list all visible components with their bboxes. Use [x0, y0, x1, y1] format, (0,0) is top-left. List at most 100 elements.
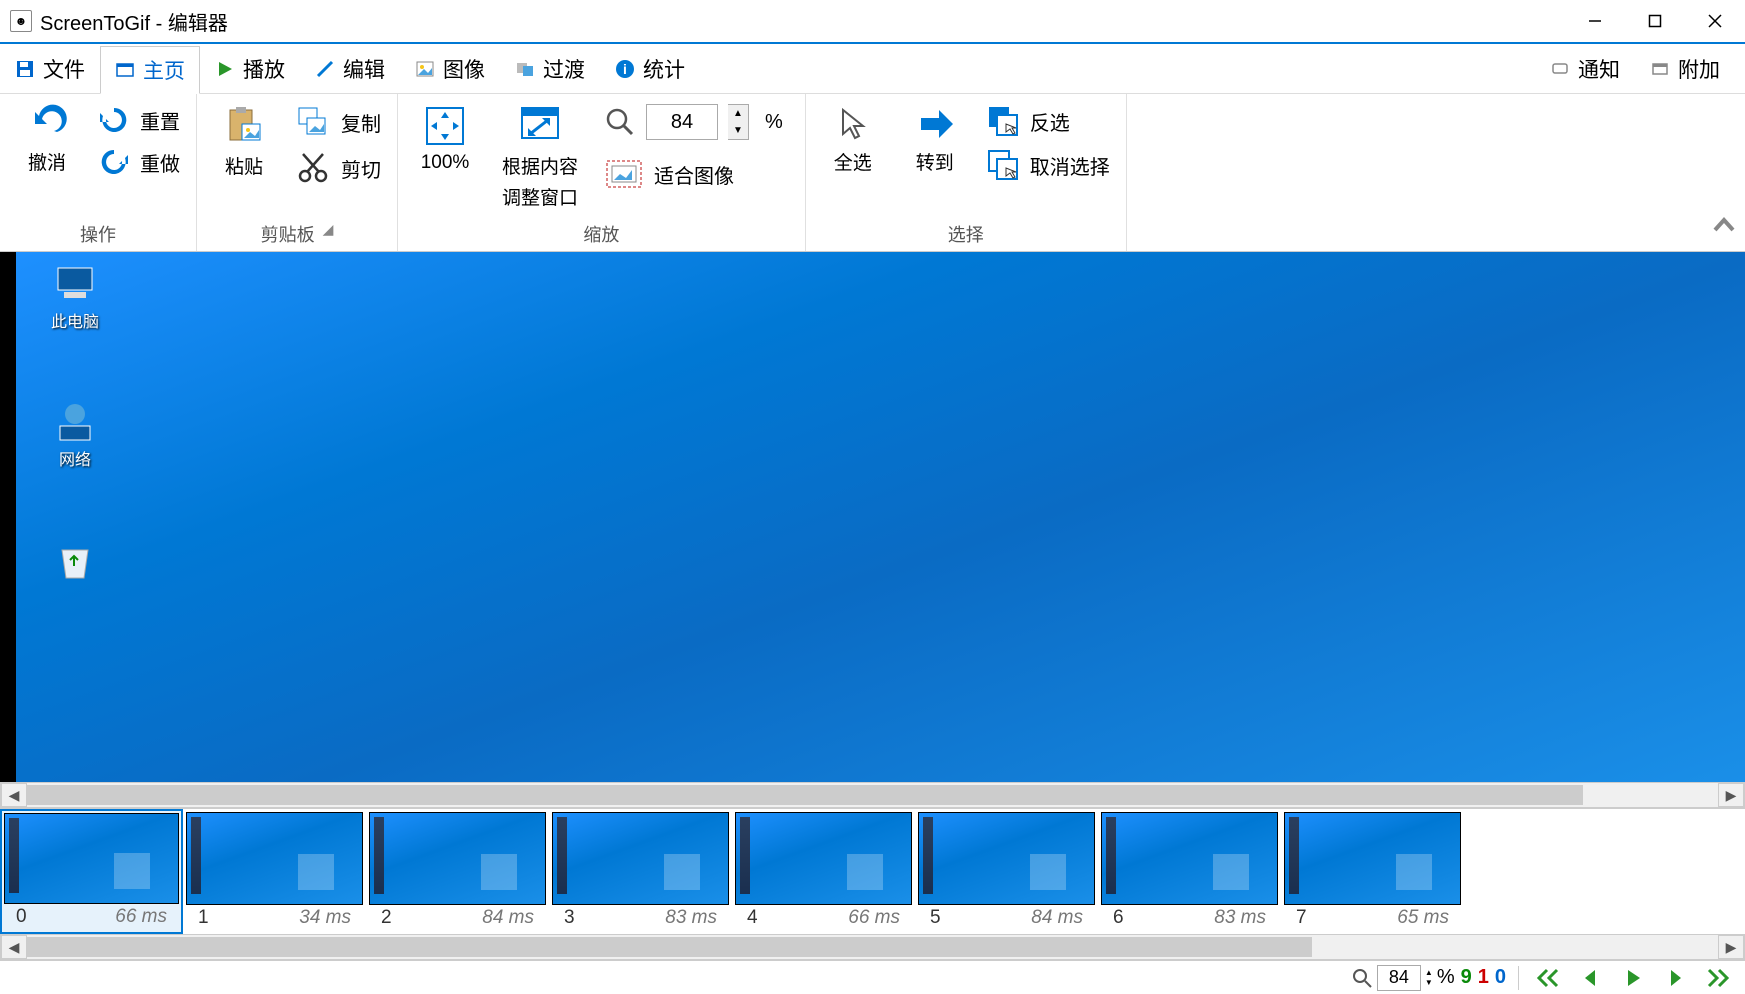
fit-window-icon	[518, 104, 562, 148]
frame-item[interactable]: 584 ms	[915, 809, 1098, 934]
frame-thumb	[369, 812, 546, 905]
frame-thumb	[552, 812, 729, 905]
status-zoom-spinner[interactable]: ▲▼	[1425, 968, 1433, 988]
tab-row: 文件 主页 播放 编辑 图像 过渡 i 统计 通知 附加	[0, 44, 1745, 94]
scroll-left-button[interactable]: ◀	[1, 935, 27, 959]
first-frame-button[interactable]	[1531, 964, 1567, 992]
play-button[interactable]	[1615, 964, 1651, 992]
frame-duration: 84 ms	[1031, 907, 1083, 929]
spin-up[interactable]: ▲	[728, 105, 748, 122]
tab-home[interactable]: 主页	[100, 46, 200, 94]
prev-frame-button[interactable]	[1573, 964, 1609, 992]
desktop-icon-network: 网络	[40, 402, 110, 470]
zoom-100-button[interactable]: 100%	[408, 100, 482, 178]
scroll-right-button[interactable]: ▶	[1718, 783, 1744, 807]
frame-duration: 65 ms	[1397, 907, 1449, 929]
tab-notify[interactable]: 通知	[1535, 45, 1635, 93]
scroll-right-button[interactable]: ▶	[1718, 935, 1744, 959]
frame-item[interactable]: 383 ms	[549, 809, 732, 934]
tab-play[interactable]: 播放	[200, 45, 300, 93]
btn-label: 重置	[140, 106, 180, 135]
scroll-thumb[interactable]	[27, 937, 1312, 957]
zoom-pct: %	[759, 111, 789, 134]
titlebar-left: ☻ ScreenToGif - 编辑器	[0, 7, 228, 36]
undo-icon	[27, 104, 67, 144]
info-icon: i	[615, 59, 635, 79]
scroll-left-button[interactable]: ◀	[1, 783, 27, 807]
preview-hscroll[interactable]: ◀ ▶	[0, 782, 1745, 808]
tab-image[interactable]: 图像	[400, 45, 500, 93]
window-controls	[1565, 1, 1745, 41]
preview-margin	[0, 252, 16, 782]
svg-text:i: i	[623, 61, 627, 77]
left-icon	[1581, 968, 1601, 988]
ribbon-group-select: 全选 转到 反选 取消选择 选择	[806, 94, 1127, 251]
frame-item[interactable]: 765 ms	[1281, 809, 1464, 934]
frame-item[interactable]: 466 ms	[732, 809, 915, 934]
tab-label: 播放	[243, 54, 285, 84]
frame-index: 1	[198, 907, 209, 929]
cut-button[interactable]: 剪切	[289, 146, 387, 190]
reset-button[interactable]: 重置	[92, 100, 186, 140]
frame-duration: 83 ms	[1214, 907, 1266, 929]
minimize-button[interactable]	[1565, 1, 1625, 41]
btn-label: 全选	[834, 148, 872, 175]
btn-label: 粘贴	[225, 152, 263, 179]
frame-item[interactable]: 066 ms	[0, 809, 183, 934]
tab-label: 编辑	[343, 54, 385, 84]
close-button[interactable]	[1685, 1, 1745, 41]
status-count-3: 0	[1495, 966, 1506, 989]
frame-thumb	[1284, 812, 1461, 905]
spin-down[interactable]: ▼	[728, 122, 748, 139]
home-icon	[115, 60, 135, 80]
undo-button[interactable]: 撤消	[10, 100, 84, 179]
zoom-input[interactable]	[646, 104, 718, 140]
collapse-ribbon-button[interactable]	[1711, 212, 1737, 243]
reset-icon	[98, 104, 130, 136]
double-right-icon	[1703, 968, 1731, 988]
fit-window-button[interactable]: 根据内容 调整窗口	[490, 100, 590, 214]
paste-button[interactable]: 粘贴	[207, 100, 281, 183]
scroll-thumb[interactable]	[27, 785, 1583, 805]
status-zoom-input[interactable]	[1377, 965, 1421, 991]
tab-edit[interactable]: 编辑	[300, 45, 400, 93]
frame-item[interactable]: 134 ms	[183, 809, 366, 934]
preview-canvas[interactable]: 此电脑 网络	[0, 252, 1745, 782]
right-icon	[1665, 968, 1685, 988]
goto-button[interactable]: 转到	[898, 100, 972, 179]
scroll-track[interactable]	[27, 935, 1718, 959]
next-frame-button[interactable]	[1657, 964, 1693, 992]
deselect-icon	[986, 148, 1020, 182]
save-icon	[15, 59, 35, 79]
inverse-button[interactable]: 反选	[980, 100, 1116, 142]
separator	[1518, 966, 1519, 990]
dialog-launcher-icon[interactable]: ◢	[323, 221, 334, 247]
tab-transition[interactable]: 过渡	[500, 45, 600, 93]
zoom-spinner[interactable]: ▲▼	[728, 104, 749, 140]
group-label: 操作	[80, 221, 116, 247]
scroll-track[interactable]	[27, 783, 1718, 807]
frame-index: 4	[747, 907, 758, 929]
select-all-button[interactable]: 全选	[816, 100, 890, 179]
fit-image-button[interactable]: 适合图像	[598, 154, 795, 194]
last-frame-button[interactable]	[1699, 964, 1735, 992]
desktop-icon-label: 此电脑	[51, 314, 99, 331]
maximize-button[interactable]	[1625, 1, 1685, 41]
tab-extras[interactable]: 附加	[1635, 45, 1735, 93]
scissors-icon	[295, 150, 331, 186]
desktop-icon-recycle	[40, 542, 110, 586]
tab-file[interactable]: 文件	[0, 45, 100, 93]
frame-item[interactable]: 683 ms	[1098, 809, 1281, 934]
tab-label: 通知	[1578, 54, 1620, 84]
tab-label: 图像	[443, 54, 485, 84]
tab-stats[interactable]: i 统计	[600, 45, 700, 93]
transition-icon	[515, 59, 535, 79]
redo-button[interactable]: 重做	[92, 142, 186, 182]
pencil-icon	[315, 59, 335, 79]
preview-image: 此电脑 网络	[16, 252, 1745, 782]
frame-item[interactable]: 284 ms	[366, 809, 549, 934]
deselect-button[interactable]: 取消选择	[980, 144, 1116, 186]
copy-button[interactable]: 复制	[289, 100, 387, 144]
frames-hscroll[interactable]: ◀ ▶	[0, 934, 1745, 960]
btn-label: 反选	[1030, 107, 1070, 136]
